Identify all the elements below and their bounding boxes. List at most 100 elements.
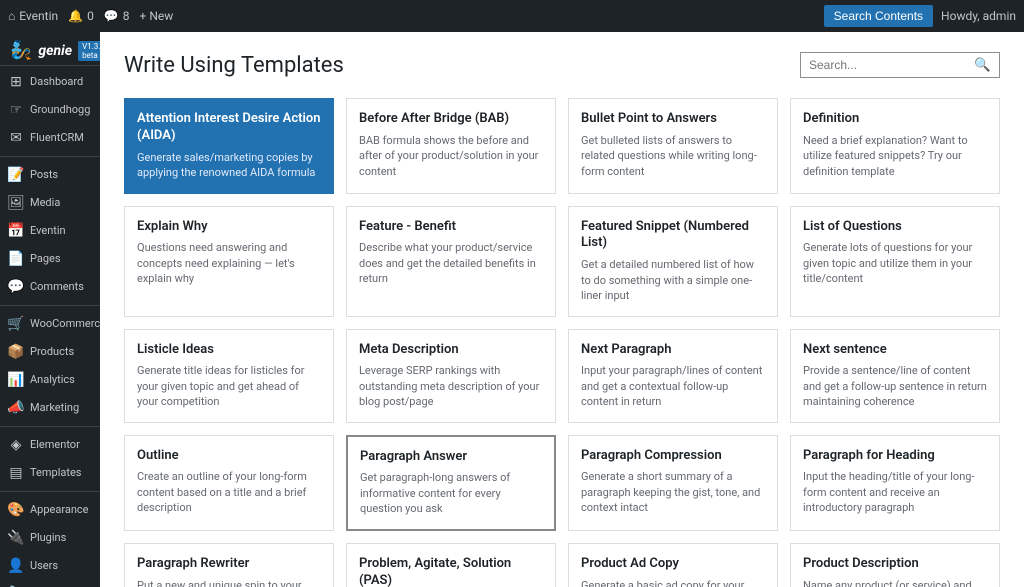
- sidebar-item-fluentcrm[interactable]: ✉ FluentCRM: [0, 124, 100, 152]
- sidebar-item-media[interactable]: 🖼 Media: [0, 189, 100, 217]
- sidebar-item-eventin[interactable]: 📅 Eventin: [0, 217, 100, 245]
- template-card[interactable]: Paragraph Rewriter Put a new and unique s…: [124, 543, 334, 587]
- sidebar-item-users[interactable]: 👤 Users: [0, 552, 100, 580]
- template-desc: Provide a sentence/line of content and g…: [803, 363, 987, 409]
- template-desc: Generate sales/marketing copies by apply…: [137, 150, 321, 181]
- template-name: Paragraph Compression: [581, 448, 765, 465]
- template-card[interactable]: OutlineCreate an outline of your long-fo…: [124, 435, 334, 531]
- admin-bar-right: Search Contents Howdy, admin: [824, 5, 1016, 27]
- page-header: Write Using Templates 🔍: [124, 52, 1000, 78]
- template-desc: Generate a short summary of a paragraph …: [581, 469, 765, 515]
- template-desc: Need a brief explanation? Want to utiliz…: [803, 133, 987, 179]
- template-name: Next sentence: [803, 342, 987, 359]
- bell-icon: 🔔: [68, 9, 83, 23]
- template-card[interactable]: DefinitionNeed a brief explanation? Want…: [790, 98, 1000, 194]
- search-icon: 🔍: [974, 57, 991, 72]
- sidebar-item-appearance[interactable]: 🎨 Appearance: [0, 496, 100, 524]
- template-card[interactable]: Next ParagraphInput your paragraph/lines…: [568, 329, 778, 423]
- template-card[interactable]: Paragraph Compression Generate a short su…: [568, 435, 778, 531]
- media-icon: 🖼: [8, 195, 24, 211]
- pages-icon: 📄: [8, 251, 24, 267]
- sidebar-item-comments[interactable]: 💬 Comments: [0, 273, 100, 301]
- fluentcrm-icon: ✉: [8, 130, 24, 146]
- template-card[interactable]: Meta DescriptionLeverage SERP rankings w…: [346, 329, 556, 423]
- template-name: Featured Snippet (Numbered List): [581, 219, 765, 253]
- sidebar-item-posts[interactable]: 📝 Posts: [0, 161, 100, 189]
- groundhogg-icon: ☞: [8, 102, 24, 118]
- sidebar-item-analytics[interactable]: 📊 Analytics: [0, 366, 100, 394]
- sidebar-sep-4: [0, 491, 100, 492]
- search-input[interactable]: [809, 58, 970, 72]
- analytics-icon: 📊: [8, 372, 24, 388]
- template-card[interactable]: Before After Bridge (BAB)BAB formula sho…: [346, 98, 556, 194]
- sidebar-sep-1: [0, 156, 100, 157]
- templates-grid: Attention Interest Desire Action (AIDA) G…: [124, 98, 1000, 587]
- genie-logo-icon: 🧞: [10, 40, 32, 61]
- template-card[interactable]: Explain Why Questions need answering and …: [124, 206, 334, 317]
- marketing-icon: 📣: [8, 400, 24, 416]
- users-icon: 👤: [8, 558, 24, 574]
- sidebar-item-plugins[interactable]: 🔌 Plugins: [0, 524, 100, 552]
- template-card[interactable]: Product Ad CopyGenerate a basic ad copy …: [568, 543, 778, 587]
- template-name: Before After Bridge (BAB): [359, 111, 543, 128]
- comments-icon: 💬: [8, 279, 24, 295]
- template-desc: Name any product (or service) and get Ge…: [803, 578, 987, 587]
- admin-bar-new[interactable]: + New: [140, 9, 174, 23]
- template-desc: Get a detailed numbered list of how to d…: [581, 257, 765, 303]
- posts-icon: 📝: [8, 167, 24, 183]
- admin-bar-comments[interactable]: 💬 8: [104, 9, 130, 23]
- sidebar-logo-badge: V1.3.0 beta 1: [78, 41, 100, 61]
- template-card[interactable]: Attention Interest Desire Action (AIDA) G…: [124, 98, 334, 194]
- template-card[interactable]: Feature - BenefitDescribe what your prod…: [346, 206, 556, 317]
- template-name: List of Questions: [803, 219, 987, 236]
- template-desc: Questions need answering and concepts ne…: [137, 240, 321, 286]
- template-name: Attention Interest Desire Action (AIDA): [137, 111, 321, 145]
- admin-bar-eventin[interactable]: ⌂ Eventin: [8, 9, 58, 23]
- template-desc: Get bulleted lists of answers to related…: [581, 133, 765, 179]
- template-card[interactable]: Paragraph for HeadingInput the heading/t…: [790, 435, 1000, 531]
- eventin-menu-icon: 📅: [8, 223, 24, 239]
- template-name: Paragraph Rewriter: [137, 556, 321, 573]
- elementor-icon: ◈: [8, 437, 24, 453]
- template-name: Explain Why: [137, 219, 321, 236]
- woocommerce-icon: 🛒: [8, 316, 24, 332]
- sidebar-sep-2: [0, 305, 100, 306]
- main-content: Write Using Templates 🔍 Attention Intere…: [100, 32, 1024, 587]
- template-desc: Input your paragraph/lines of content an…: [581, 363, 765, 409]
- template-card[interactable]: Paragraph AnswerGet paragraph-long answe…: [346, 435, 556, 531]
- template-card[interactable]: Problem, Agitate, Solution (PAS)Make use…: [346, 543, 556, 587]
- search-submit-button[interactable]: 🔍: [974, 57, 991, 73]
- search-contents-button[interactable]: Search Contents: [824, 5, 933, 27]
- sidebar-item-pages[interactable]: 📄 Pages: [0, 245, 100, 273]
- sidebar-item-templates[interactable]: ▤ Templates: [0, 459, 100, 487]
- dashboard-icon: ⊞: [8, 74, 24, 90]
- template-name: Paragraph for Heading: [803, 448, 987, 465]
- template-desc: Put a new and unique spin to your given …: [137, 578, 321, 587]
- search-box[interactable]: 🔍: [800, 52, 1000, 78]
- sidebar-item-tools[interactable]: 🔧 Tools: [0, 580, 100, 587]
- template-name: Problem, Agitate, Solution (PAS): [359, 556, 543, 587]
- template-card[interactable]: Listicle IdeasGenerate title ideas for l…: [124, 329, 334, 423]
- template-card[interactable]: Featured Snippet (Numbered List) Get a de…: [568, 206, 778, 317]
- template-card[interactable]: List of Questions Generate lots of questi…: [790, 206, 1000, 317]
- sidebar-item-dashboard[interactable]: ⊞ Dashboard: [0, 68, 100, 96]
- sidebar-item-marketing[interactable]: 📣 Marketing: [0, 394, 100, 422]
- sidebar-item-groundhogg[interactable]: ☞ Groundhogg: [0, 96, 100, 124]
- sidebar-item-woocommerce[interactable]: 🛒 WooCommerce: [0, 310, 100, 338]
- template-name: Meta Description: [359, 342, 543, 359]
- sidebar-item-elementor[interactable]: ◈ Elementor: [0, 431, 100, 459]
- plugins-icon: 🔌: [8, 530, 24, 546]
- template-card[interactable]: Next sentence Provide a sentence/line of …: [790, 329, 1000, 423]
- sidebar: 🧞 genie V1.3.0 beta 1 ⊞ Dashboard ☞ Grou…: [0, 32, 100, 587]
- template-card[interactable]: Bullet Point to AnswersGet bulleted list…: [568, 98, 778, 194]
- template-desc: Generate lots of questions for your give…: [803, 240, 987, 286]
- sidebar-item-products[interactable]: 📦 Products: [0, 338, 100, 366]
- admin-bar-left: ⌂ Eventin 🔔 0 💬 8 + New: [8, 9, 812, 23]
- appearance-icon: 🎨: [8, 502, 24, 518]
- admin-bar-notifications[interactable]: 🔔 0: [68, 9, 94, 23]
- sidebar-logo: 🧞 genie V1.3.0 beta 1: [0, 32, 100, 66]
- template-card[interactable]: Product DescriptionName any product (or …: [790, 543, 1000, 587]
- templates-icon: ▤: [8, 465, 24, 481]
- wp-layout: 🧞 genie V1.3.0 beta 1 ⊞ Dashboard ☞ Grou…: [0, 32, 1024, 587]
- admin-bar: ⌂ Eventin 🔔 0 💬 8 + New Search Contents …: [0, 0, 1024, 32]
